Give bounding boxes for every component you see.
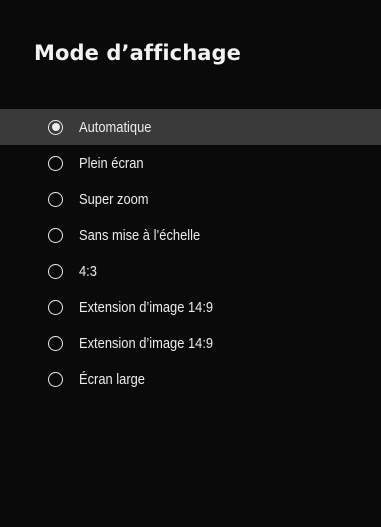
option-automatique[interactable]: Automatique (0, 109, 381, 145)
option-label: 4:3 (79, 262, 97, 280)
option-label: Super zoom (79, 190, 149, 208)
display-mode-dialog: Mode d’affichage Automatique Plein écran… (0, 0, 381, 527)
option-extension-image-14-9[interactable]: Extension d’image 14:9 (0, 289, 381, 325)
option-ecran-large[interactable]: Écran large (0, 361, 381, 397)
option-label: Extension d’image 14:9 (79, 298, 214, 316)
option-label: Automatique (79, 118, 152, 136)
radio-button-icon (48, 371, 63, 387)
option-label: Plein écran (79, 154, 144, 172)
radio-button-icon (48, 299, 63, 315)
option-4-3[interactable]: 4:3 (0, 253, 381, 289)
option-super-zoom[interactable]: Super zoom (0, 181, 381, 217)
radio-button-icon (48, 191, 63, 207)
radio-button-icon (48, 263, 63, 279)
option-plein-ecran[interactable]: Plein écran (0, 145, 381, 181)
radio-button-icon (48, 227, 63, 243)
option-label: Écran large (79, 370, 145, 388)
option-label: Extension d’image 14:9 (79, 334, 214, 352)
option-extension-image-14-9-second[interactable]: Extension d’image 14:9 (0, 325, 381, 361)
display-mode-options-list: Automatique Plein écran Super zoom Sans … (0, 109, 381, 397)
radio-button-checked-icon (48, 119, 63, 135)
dialog-title: Mode d’affichage (34, 41, 242, 65)
option-label: Sans mise à l’échelle (79, 226, 201, 244)
option-sans-mise-a-l-echelle[interactable]: Sans mise à l’échelle (0, 217, 381, 253)
radio-button-icon (48, 155, 63, 171)
radio-button-icon (48, 335, 63, 351)
